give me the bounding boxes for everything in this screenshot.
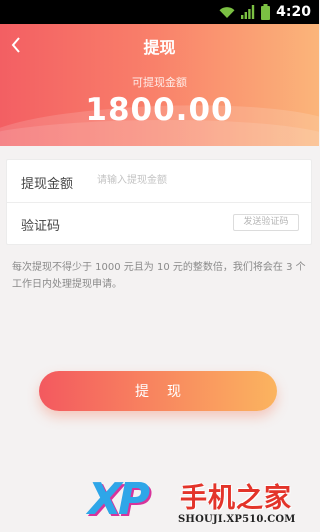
code-label: 验证码: [21, 219, 61, 234]
status-bar: 4:20: [0, 0, 319, 24]
withdraw-submit-button[interactable]: 提现: [39, 371, 277, 411]
battery-icon: [261, 4, 271, 20]
wifi-icon: [219, 6, 235, 18]
watermark-title: 手机之家: [180, 483, 292, 514]
withdraw-notice: 每次提现不得少于 1000 元且为 10 元的整数倍，我们将会在 3 个工作日内…: [12, 262, 306, 290]
balance-amount: 1800.00: [85, 92, 234, 128]
amount-row: 提现金额: [7, 160, 311, 203]
balance-label: 可提现金额: [132, 76, 187, 89]
balance-header: 提现 可提现金额 1800.00: [0, 24, 319, 146]
code-row: 验证码 发送验证码: [7, 202, 311, 244]
page-title: 提现: [143, 38, 176, 57]
amount-label: 提现金额: [21, 177, 74, 192]
watermark-url: SHOUJI.XP510.COM: [178, 514, 296, 525]
amount-input[interactable]: [97, 168, 297, 192]
watermark-logo: XP: [88, 474, 150, 525]
status-icons: 4:20: [219, 3, 311, 21]
watermark: XP 手机之家 SHOUJI.XP510.COM: [74, 470, 319, 532]
status-time: 4:20: [276, 4, 311, 20]
code-input[interactable]: [97, 210, 217, 234]
signal-icon: [241, 5, 255, 19]
send-code-button[interactable]: 发送验证码: [233, 214, 299, 231]
withdraw-form: 提现金额 验证码 发送验证码: [6, 159, 312, 245]
